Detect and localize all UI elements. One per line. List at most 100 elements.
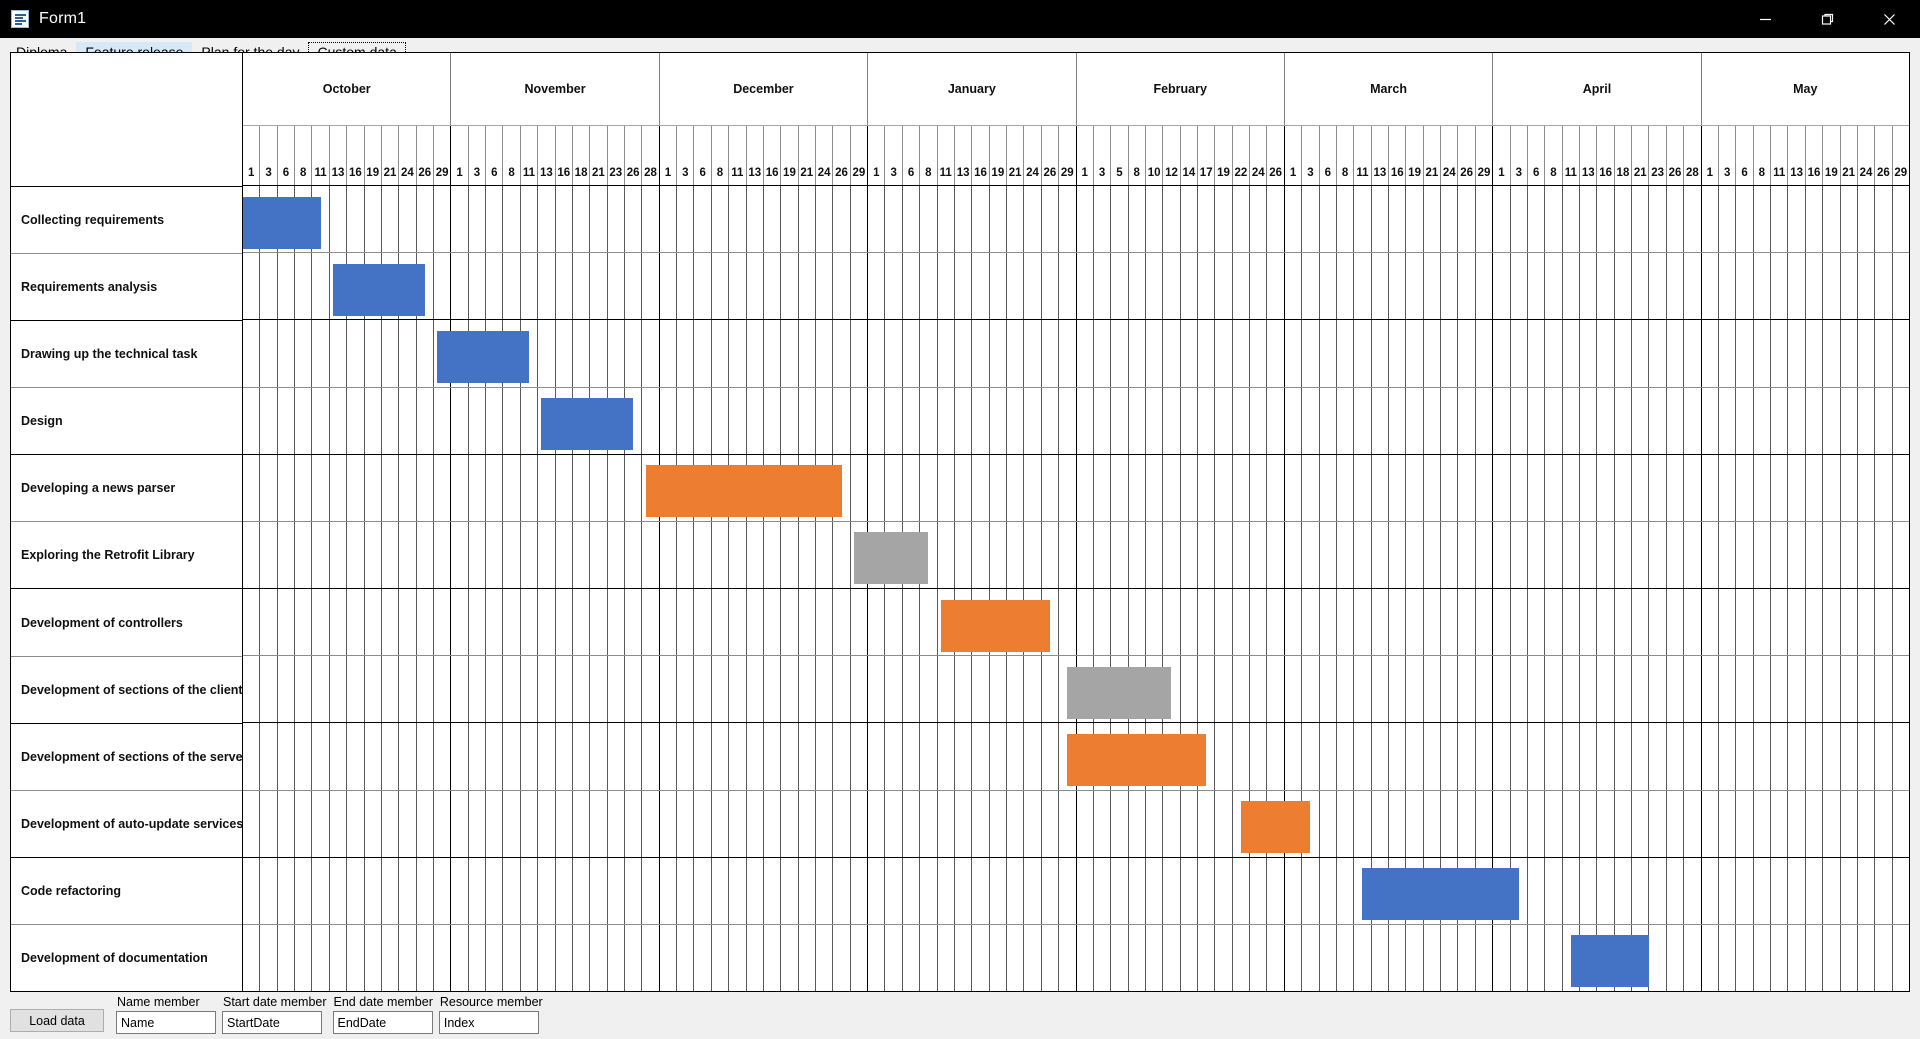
day-tick: 3 [677,126,695,185]
day-tick: 29 [1060,167,1074,179]
task-label: Development of documentation [21,950,208,965]
day-tick: 6 [278,126,296,185]
day-tick: 11 [312,126,330,185]
day-group-march: 1 3 6 8 11 13 16 19 21 24 26 29 [1285,126,1494,185]
field-group: End date member EndDate [332,995,433,1034]
day-tick: 6 [903,126,921,185]
day-tick: 3 [260,126,278,185]
day-tick: 23 [1649,126,1667,185]
day-tick: 18 [1615,126,1633,185]
day-tick: 3 [885,126,903,185]
day-tick: 29 [1894,167,1908,179]
day-tick: 11 [1563,126,1581,185]
day-tick: 13 [1580,126,1598,185]
field-input-name-member[interactable]: Name [116,1011,216,1034]
maximize-button[interactable] [1796,0,1858,38]
gantt-bar[interactable] [541,398,634,451]
minimize-icon [1759,18,1771,20]
day-tick: 13 [1788,126,1806,185]
gantt-bar[interactable] [1067,666,1172,719]
gantt-bar[interactable] [333,264,426,317]
task-name-list: Collecting requirements Requirements anal… [11,187,242,991]
day-tick: 19 [1215,126,1233,185]
day-tick: 8 [712,126,730,185]
day-tick: 21 [1007,126,1025,185]
day-tick: 19 [1406,126,1424,185]
day-tick: 3 [1511,126,1528,185]
day-tick: 26 [625,126,643,185]
day-tick: 1 [243,126,261,185]
month-header-january: January [868,53,1077,125]
task-name-column: Collecting requirements Requirements anal… [11,53,243,991]
field-group: Resource member Index [438,995,543,1034]
form-designer-icon [11,10,29,28]
day-group-november: 1 3 6 8 11 13 16 18 21 23 26 28 [451,126,660,185]
field-label: End date member [333,995,433,1009]
title-bar: Form1 [0,0,1920,38]
day-tick: 13 [955,126,973,185]
field-label: Name member [117,995,200,1009]
day-tick: 28 [644,167,657,179]
gantt-bar[interactable] [1067,733,1207,786]
field-input-resource-member[interactable]: Index [438,1011,539,1034]
day-tick: 24 [1024,126,1042,185]
window-controls [1734,0,1920,38]
day-tick: 16 [1806,126,1824,185]
gantt-bar[interactable] [853,532,929,585]
day-tick: 16 [347,126,365,185]
day-tick: 6 [1320,126,1337,185]
plot-area [243,186,1909,991]
gantt-bar[interactable] [645,465,842,518]
day-tick: 11 [521,126,539,185]
gantt-bar[interactable] [437,331,530,384]
gantt-bar[interactable] [1362,867,1519,920]
close-button[interactable] [1858,0,1920,38]
day-tick: 14 [1181,126,1199,185]
day-tick: 1 [1285,126,1303,185]
day-tick: 19 [990,126,1007,185]
day-group-february: 1 3 5 8 10 12 14 17 19 22 24 26 [1077,126,1285,185]
day-tick: 11 [1354,126,1372,185]
day-tick: 21 [799,126,816,185]
day-tick: 5 [1111,126,1129,185]
day-tick: 8 [1129,126,1146,185]
task-column-header [11,53,242,187]
day-tick: 3 [1094,126,1112,185]
day-tick: 8 [1754,126,1772,185]
day-tick: 28 [1685,167,1699,179]
day-tick: 1 [868,126,886,185]
task-label: Developing a news parser [11,455,242,523]
day-tick: 6 [694,126,712,185]
field-group: Name member Name [116,995,216,1034]
gantt-bar[interactable] [1240,800,1311,853]
field-input-start-date-member[interactable]: StartDate [222,1011,322,1034]
field-label: Resource member [439,995,543,1009]
day-tick: 11 [1771,126,1789,185]
day-tick: 3 [469,126,487,185]
day-tick: 21 [1841,126,1858,185]
day-tick: 21 [1632,126,1650,185]
load-data-button[interactable]: Load data [10,1009,104,1032]
gantt-bars-layer [243,186,1909,991]
member-fields: Name member Name Start date member StartDat… [116,995,549,1034]
day-tick: 16 [764,126,782,185]
day-tick: 16 [972,126,990,185]
day-group-april: 1 3 6 8 11 13 16 18 21 23 26 28 [1493,126,1702,185]
day-tick: 19 [1823,126,1841,185]
gantt-bar[interactable] [940,599,1050,652]
day-tick: 1 [1077,126,1094,185]
day-tick: 1 [660,126,678,185]
month-header-november: November [451,53,660,125]
gantt-bar[interactable] [1570,934,1649,987]
minimize-button[interactable] [1734,0,1796,38]
day-tick: 18 [573,126,591,185]
day-tick: 3 [1719,126,1737,185]
field-input-end-date-member[interactable]: EndDate [332,1011,433,1034]
day-tick: 16 [1597,126,1615,185]
task-label: Design [11,388,242,456]
gantt-bar[interactable] [243,197,322,249]
day-tick: 1 [451,126,469,185]
month-header-row: October November December January February Ma… [243,53,1909,125]
day-tick: 1 [1702,126,1719,185]
day-tick: 21 [590,126,608,185]
